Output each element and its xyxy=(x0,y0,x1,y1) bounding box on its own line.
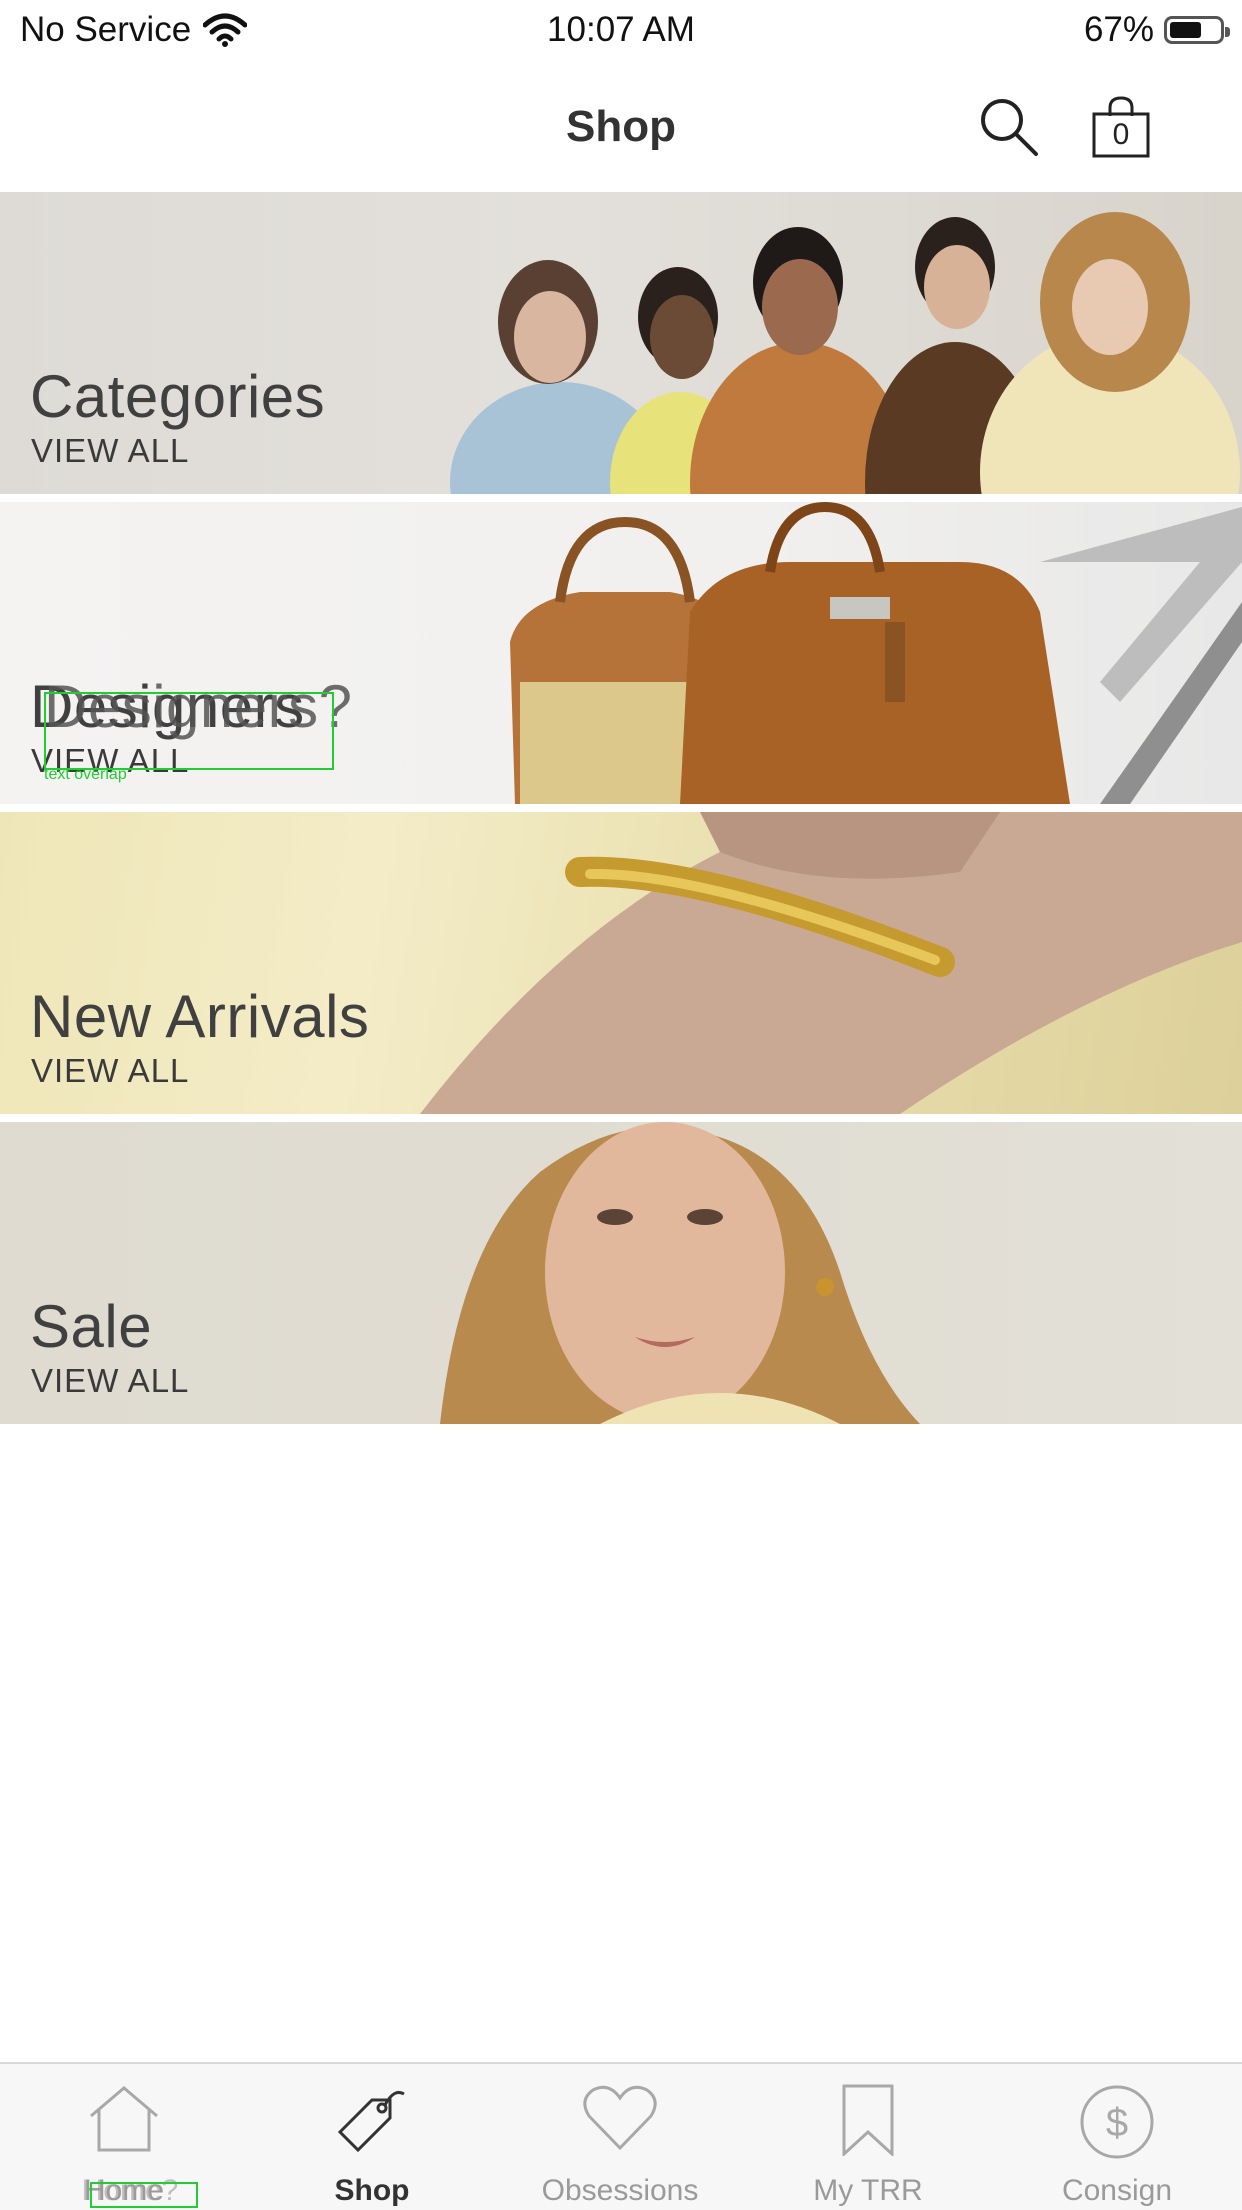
shop-banner-list: Categories VIEW ALL Designers Designers?… xyxy=(0,192,1242,1432)
home-icon xyxy=(90,2086,158,2152)
tab-consign[interactable]: $ Consign xyxy=(992,2064,1242,2210)
search-icon[interactable] xyxy=(978,96,1040,158)
banner-title: New Arrivals xyxy=(30,983,370,1050)
nav-header: Shop xyxy=(0,62,1242,192)
bookmark-icon xyxy=(842,2084,894,2156)
status-bar: No Service 10:07 AM 67% xyxy=(0,0,1242,62)
banner-title: Categories xyxy=(30,363,326,430)
tab-shop[interactable]: Shop xyxy=(248,2064,496,2210)
battery-percent: 67% xyxy=(1083,10,1154,49)
designers-photo xyxy=(510,502,1242,804)
overlap-annotation-box-tab xyxy=(90,2182,198,2208)
banner-categories[interactable]: Categories VIEW ALL xyxy=(0,192,1242,494)
tab-label: My TRR xyxy=(813,2174,923,2207)
overlap-annotation-label: text overlap xyxy=(44,766,127,783)
categories-photo xyxy=(450,212,1240,494)
banner-new-arrivals[interactable]: New Arrivals VIEW ALL xyxy=(0,812,1242,1114)
cart-count: 0 xyxy=(1112,118,1130,151)
battery-status: 67% xyxy=(1083,10,1230,50)
tab-label: Shop xyxy=(334,2174,410,2207)
tab-label: Obsessions xyxy=(541,2174,699,2207)
price-tag-icon xyxy=(337,2090,405,2153)
overlap-annotation-box xyxy=(44,692,334,770)
tab-obsessions[interactable]: Obsessions xyxy=(496,2064,744,2210)
page-title: Shop xyxy=(566,102,676,151)
dollar-circle-icon: $ xyxy=(1080,2085,1154,2159)
cart-button[interactable]: 0 xyxy=(1090,94,1152,160)
tab-my-trr[interactable]: My TRR xyxy=(744,2064,992,2210)
clock: 10:07 AM xyxy=(547,10,695,49)
view-all-link[interactable]: VIEW ALL xyxy=(31,1362,189,1400)
battery-icon xyxy=(1164,16,1230,44)
tab-label: Consign xyxy=(1061,2174,1173,2207)
heart-icon xyxy=(583,2085,657,2151)
view-all-link[interactable]: VIEW ALL xyxy=(31,432,189,470)
sale-photo xyxy=(440,1122,920,1424)
banner-title: Sale xyxy=(30,1293,153,1360)
svg-text:$: $ xyxy=(1106,2101,1128,2145)
view-all-link[interactable]: VIEW ALL xyxy=(31,1052,189,1090)
banner-sale[interactable]: Sale VIEW ALL xyxy=(0,1122,1242,1424)
